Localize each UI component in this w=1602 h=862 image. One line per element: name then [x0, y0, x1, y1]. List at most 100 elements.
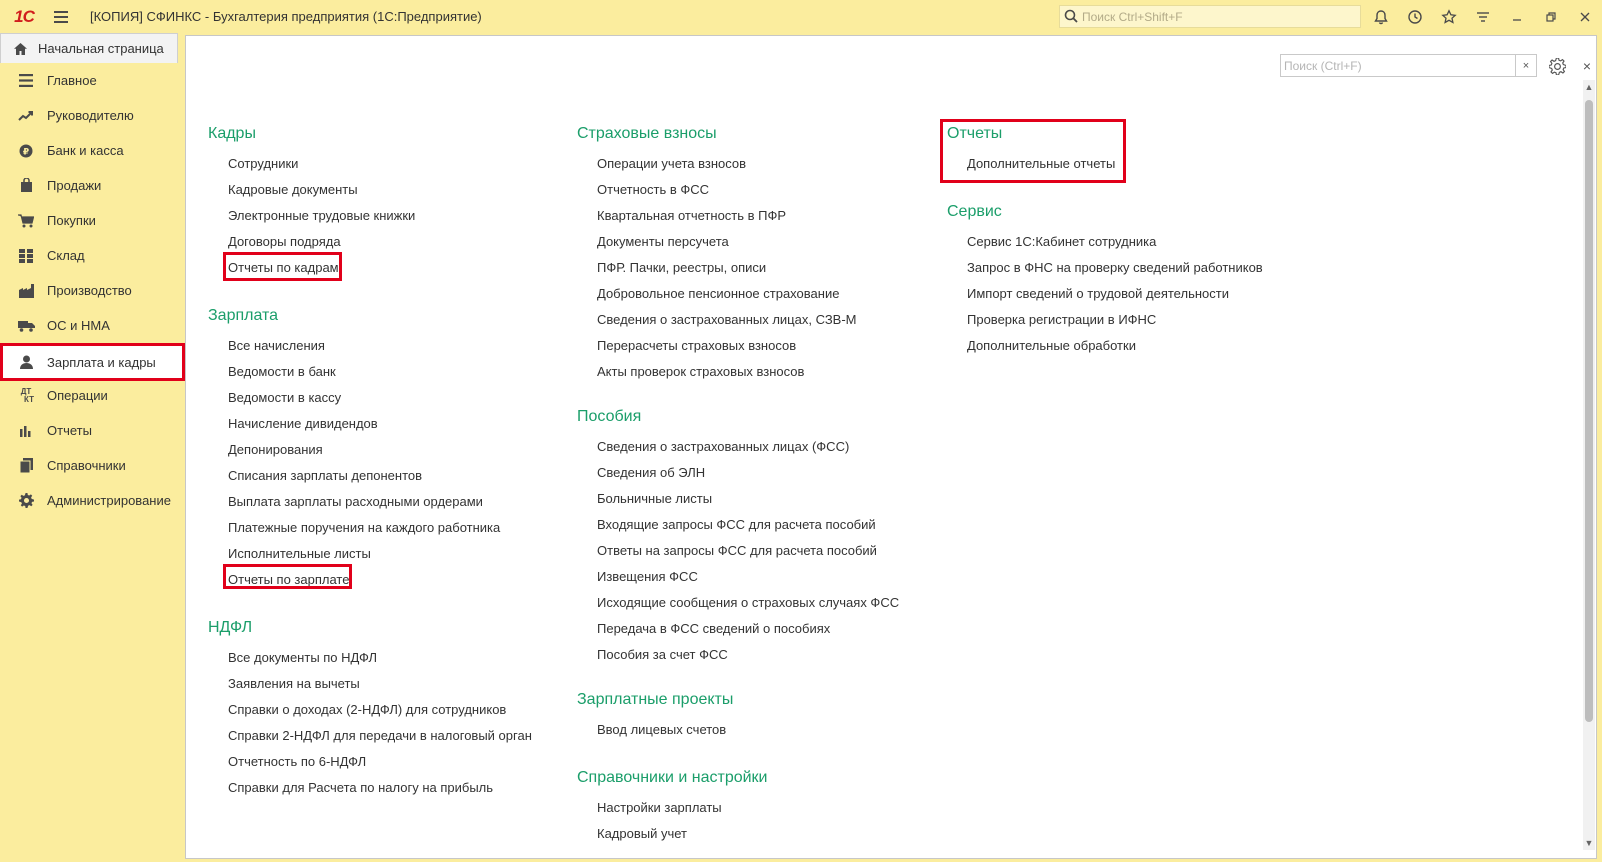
link-all-accruals[interactable]: Все начисления [228, 338, 325, 353]
link-eln-info[interactable]: Сведения об ЭЛН [597, 465, 705, 480]
link-bank-statements[interactable]: Ведомости в банк [228, 364, 336, 379]
window-title: [КОПИЯ] СФИНКС - Бухгалтерия предприятия… [90, 9, 482, 24]
link-deduction-applications[interactable]: Заявления на вычеты [228, 676, 360, 691]
link-labor-import[interactable]: Импорт сведений о трудовой деятельности [967, 286, 1229, 301]
link-cash-statements[interactable]: Ведомости в кассу [228, 390, 341, 405]
link-contribution-recalc[interactable]: Перерасчеты страховых взносов [597, 338, 796, 353]
link-voluntary-pension[interactable]: Добровольное пенсионное страхование [597, 286, 839, 301]
link-electronic-workbooks[interactable]: Электронные трудовые книжки [228, 208, 415, 223]
link-salary-settings[interactable]: Настройки зарплаты [597, 800, 722, 815]
panel-search-input[interactable]: Поиск (Ctrl+F) [1280, 54, 1516, 77]
link-payment-orders[interactable]: Платежные поручения на каждого работника [228, 520, 500, 535]
sidebar-item-director[interactable]: Руководителю [0, 98, 185, 133]
link-depositing[interactable]: Депонирования [228, 442, 323, 457]
link-additional-processing[interactable]: Дополнительные обработки [967, 338, 1136, 353]
dt-kt-icon: ДТ КТ [20, 386, 34, 404]
link-2ndfl-tax-office[interactable]: Справки 2-НДФЛ для передачи в налоговый … [228, 728, 532, 743]
sidebar-item-catalogs[interactable]: Справочники [0, 448, 185, 483]
tab-home[interactable]: Начальная страница [0, 33, 178, 63]
sidebar-item-label: ОС и НМА [47, 318, 110, 333]
sidebar-item-fixed-assets[interactable]: ОС и НМА [0, 308, 185, 343]
link-profit-tax-certificates[interactable]: Справки для Расчета по налогу на прибыль [228, 780, 493, 795]
panel-settings-gear-icon[interactable] [1544, 53, 1570, 79]
sidebar-item-label: Склад [47, 248, 85, 263]
main-menu-button[interactable] [46, 0, 76, 33]
link-writs[interactable]: Исполнительные листы [228, 546, 371, 561]
trend-icon [17, 107, 35, 125]
sidebar-item-label: Отчеты [47, 423, 92, 438]
link-6ndfl[interactable]: Отчетность по 6-НДФЛ [228, 754, 366, 769]
search-clear-button[interactable]: × [1515, 54, 1537, 77]
link-dividends[interactable]: Начисление дивидендов [228, 416, 378, 431]
link-employees[interactable]: Сотрудники [228, 156, 298, 171]
title-bar: 1С [КОПИЯ] СФИНКС - Бухгалтерия предприя… [0, 0, 1602, 33]
sidebar-item-bank[interactable]: ₽ Банк и касса [0, 133, 185, 168]
link-personal-accounting-docs[interactable]: Документы персучета [597, 234, 729, 249]
section-title-kadry: Кадры [208, 125, 256, 142]
window-close-icon[interactable] [1568, 0, 1602, 33]
minimize-icon[interactable] [1500, 0, 1534, 33]
history-icon[interactable] [1398, 0, 1432, 33]
sidebar-item-salary-hr[interactable]: Зарплата и кадры [0, 343, 185, 381]
section-title-servis: Сервис [947, 203, 1002, 220]
link-contribution-operations[interactable]: Операции учета взносов [597, 156, 746, 171]
sidebar-item-admin[interactable]: Администрирование [0, 483, 185, 518]
link-cash-order-payments[interactable]: Выплата зарплаты расходными ордерами [228, 494, 483, 509]
sidebar-item-operations[interactable]: ДТ КТ Операции [0, 378, 185, 413]
sidebar-item-warehouse[interactable]: Склад [0, 238, 185, 273]
functions-menu-icon[interactable] [1466, 0, 1500, 33]
vertical-scrollbar[interactable]: ▲ ▼ [1583, 80, 1595, 850]
link-fss-benefits-transfer[interactable]: Передача в ФСС сведений о пособиях [597, 621, 830, 636]
link-fss-reporting[interactable]: Отчетность в ФСС [597, 182, 709, 197]
link-personal-accounts-input[interactable]: Ввод лицевых счетов [597, 722, 726, 737]
link-hr-accounting[interactable]: Кадровый учет [597, 826, 687, 841]
scroll-up-arrow-icon[interactable]: ▲ [1583, 80, 1595, 94]
link-ndfl-documents[interactable]: Все документы по НДФЛ [228, 650, 377, 665]
link-employee-cabinet[interactable]: Сервис 1С:Кабинет сотрудника [967, 234, 1156, 249]
sidebar-item-label: Банк и касса [47, 143, 124, 158]
scroll-down-arrow-icon[interactable]: ▼ [1583, 836, 1595, 850]
global-search-input[interactable]: Поиск Ctrl+Shift+F [1059, 5, 1361, 28]
link-contracts[interactable]: Договоры подряда [228, 234, 341, 249]
restore-icon[interactable] [1534, 0, 1568, 33]
link-sick-leaves[interactable]: Больничные листы [597, 491, 712, 506]
panel-close-button[interactable]: × [1576, 53, 1598, 79]
link-fss-outgoing-messages[interactable]: Исходящие сообщения о страховых случаях … [597, 595, 899, 610]
link-szv-m[interactable]: Сведения о застрахованных лицах, СЗВ-М [597, 312, 857, 327]
notifications-bell-icon[interactable] [1364, 0, 1398, 33]
factory-icon [17, 282, 35, 300]
sidebar-item-reports[interactable]: Отчеты [0, 413, 185, 448]
link-2ndfl-employees[interactable]: Справки о доходах (2-НДФЛ) для сотрудник… [228, 702, 506, 717]
global-search-placeholder: Поиск Ctrl+Shift+F [1082, 9, 1183, 24]
link-fss-notices[interactable]: Извещения ФСС [597, 569, 698, 584]
link-fss-request-answers[interactable]: Ответы на запросы ФСС для расчета пособи… [597, 543, 877, 558]
person-icon [17, 353, 35, 371]
link-deponent-writeoffs[interactable]: Списания зарплаты депонентов [228, 468, 422, 483]
sidebar-item-label: Справочники [47, 458, 126, 473]
app-logo[interactable]: 1С [2, 0, 46, 33]
coin-icon: ₽ [17, 142, 35, 160]
favorites-star-icon[interactable] [1432, 0, 1466, 33]
sidebar-item-label: Продажи [47, 178, 102, 193]
link-fss-incoming-requests[interactable]: Входящие запросы ФСС для расчета пособий [597, 517, 876, 532]
link-pfr-packs[interactable]: ПФР. Пачки, реестры, описи [597, 260, 766, 275]
sidebar-item-purchases[interactable]: Покупки [0, 203, 185, 238]
link-fns-check-request[interactable]: Запрос в ФНС на проверку сведений работн… [967, 260, 1263, 275]
sidebar-item-production[interactable]: Производство [0, 273, 185, 308]
warehouse-icon [17, 247, 35, 265]
section-title-ndfl: НДФЛ [208, 619, 253, 636]
sidebar-item-label: Производство [47, 283, 132, 298]
link-fss-funded-benefits[interactable]: Пособия за счет ФСС [597, 647, 728, 662]
link-pfr-quarterly[interactable]: Квартальная отчетность в ПФР [597, 208, 786, 223]
menu-lines-icon [17, 72, 35, 90]
scrollbar-thumb[interactable] [1585, 100, 1593, 722]
link-hr-documents[interactable]: Кадровые документы [228, 182, 358, 197]
link-ifns-registration-check[interactable]: Проверка регистрации в ИФНС [967, 312, 1156, 327]
sidebar-item-main[interactable]: Главное [0, 63, 185, 98]
sidebar-item-sales[interactable]: Продажи [0, 168, 185, 203]
link-insured-persons-fss[interactable]: Сведения о застрахованных лицах (ФСС) [597, 439, 849, 454]
sidebar-item-label: Операции [47, 388, 108, 403]
highlight-box [223, 564, 352, 589]
section-title-zarplata: Зарплата [208, 307, 279, 324]
link-inspection-acts[interactable]: Акты проверок страховых взносов [597, 364, 804, 379]
